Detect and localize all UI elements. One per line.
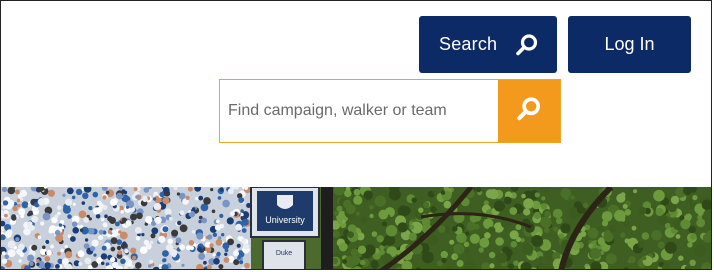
search-submit-button[interactable] [498, 80, 560, 142]
site-header: Search Log In [1, 1, 711, 187]
search-icon [515, 33, 539, 57]
search-icon [516, 96, 542, 127]
search-form [219, 79, 561, 143]
search-input[interactable] [220, 80, 498, 142]
search-button[interactable]: Search [419, 16, 557, 73]
search-button-label: Search [439, 34, 498, 54]
page-frame: Search Log In Find campaign, walker or t… [0, 0, 712, 270]
login-button[interactable]: Log In [568, 16, 691, 73]
hero-image: University Duke [1, 187, 711, 269]
sign-subtext: Duke [276, 250, 292, 257]
sign-text: University [265, 215, 305, 225]
